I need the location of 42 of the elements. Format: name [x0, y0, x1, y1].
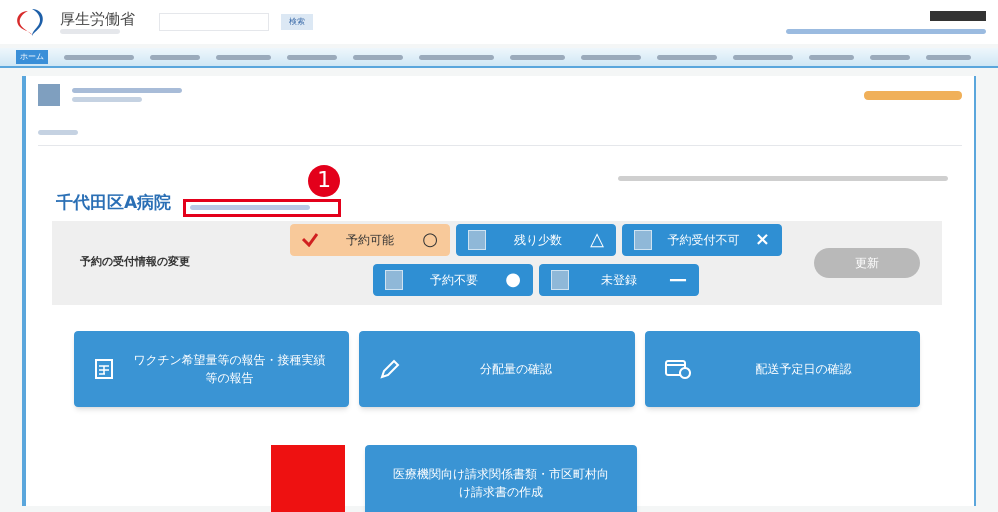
blurred-text-line — [353, 54, 403, 60]
blurred-text-line — [926, 54, 971, 60]
checkbox — [551, 270, 569, 290]
blurred-text-line — [72, 97, 142, 102]
reservation-label: 予約の受付情報の変更 — [80, 254, 191, 270]
blurred-text-line — [733, 54, 793, 60]
menu-button[interactable]: 配送予定日の確認 — [644, 330, 920, 406]
blurred-text-line — [150, 54, 200, 60]
search-field[interactable] — [159, 13, 269, 31]
menu-button[interactable]: ワクチン希望量等の報告・接種実績等の報告 — [74, 330, 350, 406]
blurred-text-line — [216, 54, 271, 60]
checkbox — [385, 270, 403, 290]
nav-tab[interactable]: ホーム — [16, 50, 48, 64]
card-icon — [664, 358, 691, 378]
menu-button[interactable]: 医療機関向け請求関係書類・市区町村向け請求書の作成 — [365, 444, 637, 512]
user-badge — [930, 10, 986, 20]
blurred-text-line — [657, 54, 717, 60]
status-option[interactable]: 予約不要 ● — [373, 264, 533, 296]
document-icon — [94, 358, 114, 380]
blurred-text-line — [287, 54, 337, 60]
blurred-text-line — [581, 54, 641, 60]
status-option[interactable]: 残り少数 △ — [456, 224, 616, 256]
blurred-text-line — [809, 54, 854, 60]
search-button[interactable]: 検索 — [281, 14, 313, 30]
hospital-name: 千代田区A病院 — [56, 192, 172, 215]
avatar-icon — [38, 84, 60, 106]
step-number: 1 — [308, 164, 340, 196]
menu-button[interactable]: 分配量の確認 — [359, 330, 635, 406]
blurred-text-line — [510, 54, 565, 60]
update-button[interactable]: 更新 — [814, 248, 920, 278]
blurred-text-line — [64, 54, 134, 60]
blurred-text-line — [60, 28, 120, 34]
blurred-text-line — [38, 130, 78, 135]
pencil-icon — [379, 358, 402, 380]
checkbox — [468, 230, 486, 250]
blurred-text-line — [870, 54, 910, 60]
ministry-name: 厚生労働省 — [60, 10, 135, 29]
status-option[interactable]: 予約可能 ○ — [290, 224, 450, 256]
status-option[interactable]: 予約受付不可 × — [622, 224, 782, 256]
check-icon — [302, 232, 318, 246]
status-option[interactable]: 未登録 — — [539, 264, 699, 296]
checkbox — [634, 230, 652, 250]
